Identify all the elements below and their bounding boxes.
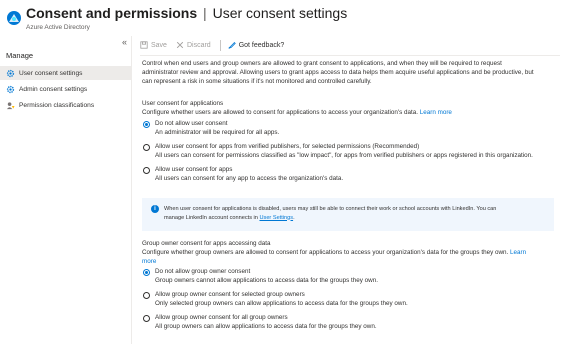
radio-label: Allow group owner consent for all group …: [155, 314, 288, 321]
radio-label: Do not allow group owner consent: [155, 268, 251, 275]
breadcrumb-subtitle: Azure Active Directory: [26, 24, 90, 31]
user-consent-description-text: Configure whether users are allowed to c…: [142, 109, 418, 116]
radio-circle-selected[interactable]: [143, 269, 150, 276]
info-text-line: When user consent for applications is di…: [164, 206, 497, 212]
consent-permissions-icon: [7, 11, 21, 25]
gear-icon: [6, 85, 15, 93]
group-consent-description: Configure whether group owners are allow…: [142, 249, 555, 267]
toolbar-divider: [219, 39, 221, 51]
info-text-end: .: [293, 214, 295, 221]
radio-description: An administrator will be required for al…: [155, 129, 280, 136]
user-settings-link[interactable]: User Settings: [259, 215, 293, 221]
sidebar-section-manage: Manage: [6, 51, 34, 60]
sidebar-item-user-consent-settings[interactable]: User consent settings: [0, 66, 132, 80]
page-title-sub: User consent settings: [212, 5, 348, 21]
radio-label: Do not allow user consent: [155, 120, 228, 127]
save-icon: [140, 41, 148, 49]
command-bar: Save Discard Got feedback?: [140, 37, 293, 53]
user-consent-description: Configure whether users are allowed to c…: [142, 109, 555, 118]
user-consent-learn-more-link[interactable]: Learn more: [420, 109, 452, 116]
info-message-bar: i When user consent for applications is …: [142, 198, 554, 231]
sidebar-item-admin-consent-settings[interactable]: Admin consent settings: [0, 82, 132, 96]
page-title-main: Consent and permissions: [26, 5, 198, 21]
radio-circle[interactable]: [143, 167, 150, 174]
group-consent-learn-more-link[interactable]: Learn: [510, 249, 526, 256]
sidebar: « Manage User consent settings Admin con…: [0, 36, 132, 344]
gear-icon: [6, 69, 15, 77]
radio-description: All users can consent for any app to acc…: [155, 175, 344, 182]
group-consent-learn-more-link-cont[interactable]: more: [142, 258, 156, 265]
save-button[interactable]: Save: [140, 41, 167, 49]
title-separator: |: [203, 5, 207, 21]
collapse-sidebar-button[interactable]: «: [122, 37, 127, 47]
radio-label: Allow user consent for apps from verifie…: [155, 143, 420, 150]
intro-line: can represent a risk in some situations …: [142, 77, 372, 85]
sidebar-item-label: Permission classifications: [19, 101, 95, 109]
info-icon: i: [151, 205, 159, 213]
intro-line: administrator review and approval. Allow…: [142, 68, 534, 76]
radio-description: All group owners can allow applications …: [155, 323, 377, 330]
radio-label: Allow user consent for apps: [155, 166, 233, 173]
radio-circle[interactable]: [143, 144, 150, 151]
intro-line: Control when end users and group owners …: [142, 60, 502, 67]
info-message-text: When user consent for applications is di…: [164, 205, 549, 222]
sidebar-item-permission-classifications[interactable]: Permission classifications: [0, 98, 132, 112]
intro-text: Control when end users and group owners …: [142, 60, 555, 86]
radio-description: Only selected group owners can allow app…: [155, 300, 408, 307]
radio-circle-selected[interactable]: [143, 121, 150, 128]
permissions-icon: [6, 101, 15, 109]
sidebar-item-label: User consent settings: [19, 69, 83, 77]
feedback-button[interactable]: Got feedback?: [228, 41, 285, 49]
sidebar-item-label: Admin consent settings: [19, 85, 88, 93]
discard-label: Discard: [186, 41, 211, 49]
radio-circle[interactable]: [143, 292, 150, 299]
feedback-icon: [228, 42, 236, 49]
group-consent-heading: Group owner consent for apps accessing d…: [142, 240, 271, 247]
toolbar-divider-line: [140, 55, 560, 56]
radio-label: Allow group owner consent for selected g…: [155, 291, 305, 298]
more-options-button[interactable]: ···: [301, 6, 315, 18]
info-text-line: manage LinkedIn account connects in User…: [164, 214, 549, 223]
user-consent-heading: User consent for applications: [142, 100, 224, 107]
radio-circle[interactable]: [143, 315, 150, 322]
save-label: Save: [151, 41, 167, 49]
radio-description: Group owners cannot allow applications t…: [155, 277, 378, 284]
radio-description: All users can consent for permissions cl…: [155, 152, 533, 159]
feedback-label: Got feedback?: [238, 41, 285, 49]
discard-button[interactable]: Discard: [176, 41, 211, 49]
page-header: Consent and permissions | User consent s…: [0, 0, 565, 36]
group-consent-description-text: Configure whether group owners are allow…: [142, 249, 509, 256]
close-icon: [176, 41, 184, 49]
page-title: Consent and permissions | User consent s…: [26, 5, 347, 21]
info-text-part: manage LinkedIn account connects in: [164, 214, 258, 221]
